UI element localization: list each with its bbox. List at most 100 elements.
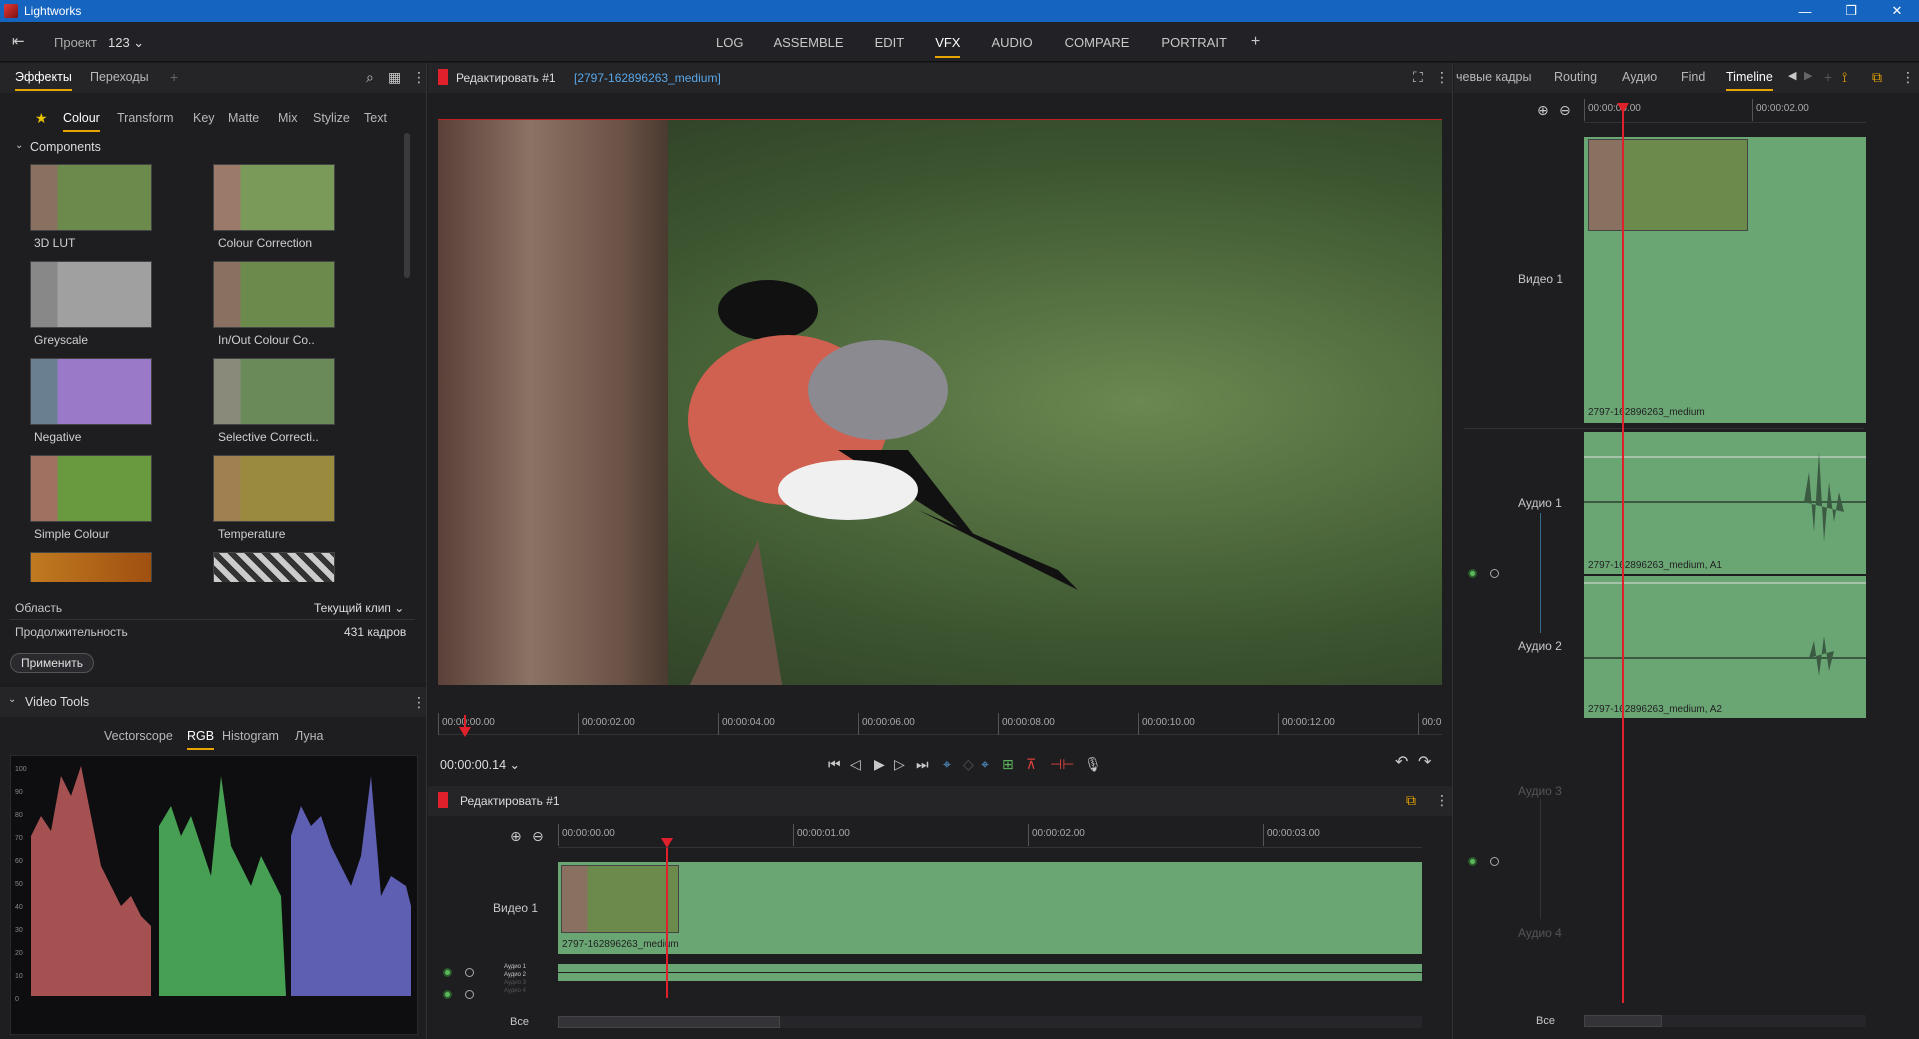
microphone-icon[interactable]: 🎙: [1084, 757, 1102, 771]
track-audio-1-label[interactable]: Аудио 1: [1518, 496, 1562, 510]
cat-matte[interactable]: Matte: [228, 111, 259, 125]
edit-timeline-ruler[interactable]: 00:00:00.00 00:00:01.00 00:00:02.00 00:00:0…: [558, 824, 1422, 848]
search-icon[interactable]: ⌕: [366, 70, 374, 84]
step-back-icon[interactable]: ◁: [850, 757, 861, 771]
track-solo-toggle[interactable]: [1490, 857, 1499, 866]
track-enable-toggle[interactable]: [1468, 857, 1477, 866]
minimize-button[interactable]: —: [1782, 0, 1828, 22]
tab-vfx[interactable]: VFX: [935, 35, 961, 58]
edit-playhead[interactable]: [666, 848, 668, 998]
mark-out-icon[interactable]: ⌖: [981, 757, 989, 771]
audio-clip-a1[interactable]: [558, 964, 1422, 972]
chevron-down-icon[interactable]: ⌄: [15, 141, 23, 151]
panel-divider[interactable]: [1452, 63, 1453, 1039]
track-enable-toggle[interactable]: [443, 968, 452, 977]
zoom-in-icon[interactable]: ⊕: [1537, 103, 1549, 117]
thumb-selective-correction[interactable]: [213, 358, 335, 425]
more-icon[interactable]: ⋮: [412, 70, 426, 84]
area-selector[interactable]: Текущий клип ⌄: [314, 601, 404, 615]
go-start-icon[interactable]: ⏮: [828, 757, 841, 771]
add-icon[interactable]: +: [1824, 70, 1832, 84]
project-selector[interactable]: 123 ⌄: [108, 35, 144, 51]
track-solo-toggle[interactable]: [465, 968, 474, 977]
track-video-1-label[interactable]: Видео 1: [1518, 272, 1563, 286]
audio-clip-a1[interactable]: 2797-162896263_medium, A1: [1584, 432, 1866, 574]
right-playhead[interactable]: [1622, 105, 1624, 1003]
track-enable-toggle[interactable]: [1468, 569, 1477, 578]
favorites-star-icon[interactable]: ★: [35, 111, 48, 125]
tab-routing[interactable]: Routing: [1554, 70, 1597, 84]
audio-clip-a2[interactable]: 2797-162896263_medium, A2: [1584, 576, 1866, 718]
thumb-3d-lut[interactable]: [30, 164, 152, 231]
tab-timeline[interactable]: Timeline: [1726, 70, 1773, 91]
tab-rgb[interactable]: RGB: [187, 729, 215, 750]
add-marker-icon[interactable]: ⊞: [1002, 757, 1014, 771]
more-icon[interactable]: ⋮: [1435, 70, 1449, 84]
cat-mix[interactable]: Mix: [278, 111, 297, 125]
tab-find[interactable]: Find: [1681, 70, 1705, 84]
tab-transitions[interactable]: Переходы: [90, 70, 149, 84]
track-audio-3-label[interactable]: Аудио 3: [504, 980, 526, 986]
tab-audio[interactable]: Аудио: [1622, 70, 1657, 84]
more-icon[interactable]: ⋮: [1901, 70, 1915, 84]
thumb-temperature[interactable]: [213, 455, 335, 522]
video-frame[interactable]: [438, 119, 1442, 685]
grid-view-icon[interactable]: ▦: [388, 70, 401, 84]
panel-divider[interactable]: [426, 63, 427, 1039]
edit-playhead-marker[interactable]: [661, 838, 673, 848]
zoom-out-icon[interactable]: ⊖: [1559, 103, 1571, 117]
viewer-ruler[interactable]: 00:00:00.00 00:00:02.00 00:00:04.00 00:00:0…: [438, 713, 1442, 735]
video-clip[interactable]: 2797-162896263_medium: [1584, 137, 1866, 423]
track-audio-2-label[interactable]: Аудио 2: [1518, 639, 1562, 653]
track-enable-toggle[interactable]: [443, 990, 452, 999]
restore-button[interactable]: ❐: [1828, 0, 1874, 22]
tab-vectorscope[interactable]: Vectorscope: [104, 729, 173, 743]
thumb-effect-partial[interactable]: [30, 552, 152, 582]
cat-key[interactable]: Key: [193, 111, 215, 125]
right-playhead-marker[interactable]: [1617, 103, 1629, 113]
track-audio-4-label[interactable]: Аудио 4: [1518, 926, 1562, 940]
play-icon[interactable]: ▶: [874, 757, 885, 771]
track-solo-toggle[interactable]: [1490, 569, 1499, 578]
scroll-right-icon[interactable]: ▶: [1804, 71, 1812, 82]
undo-icon[interactable]: ↶: [1395, 755, 1408, 771]
video-clip[interactable]: 2797-162896263_medium: [558, 862, 1422, 954]
tab-edit[interactable]: EDIT: [875, 35, 905, 50]
cat-text[interactable]: Text: [364, 111, 387, 125]
tab-effects[interactable]: Эффекты: [15, 70, 72, 91]
thumb-simple-colour[interactable]: [30, 455, 152, 522]
add-tab-button[interactable]: +: [1251, 33, 1260, 51]
step-forward-icon[interactable]: ▷: [894, 757, 905, 771]
add-icon[interactable]: +: [170, 70, 178, 84]
redo-icon[interactable]: ↷: [1418, 755, 1431, 771]
timeline-scroll-thumb[interactable]: [1584, 1015, 1662, 1027]
more-icon[interactable]: ⋮: [412, 695, 426, 709]
audio-clip-a2[interactable]: [558, 973, 1422, 981]
all-tracks-label[interactable]: Все: [510, 1016, 529, 1028]
mark-in-icon[interactable]: ⌖: [943, 757, 951, 771]
remove-icon[interactable]: ⊣⊢: [1050, 757, 1074, 771]
track-video-1-label[interactable]: Видео 1: [493, 901, 538, 915]
thumb-inout-colour[interactable]: [213, 261, 335, 328]
track-audio-1-label[interactable]: Аудио 1: [504, 964, 526, 970]
tab-portrait[interactable]: PORTRAIT: [1161, 35, 1227, 50]
effects-scrollbar[interactable]: [404, 133, 410, 278]
exit-icon[interactable]: ⇤: [12, 34, 25, 49]
tab-log[interactable]: LOG: [716, 35, 743, 50]
timecode-display[interactable]: 00:00:00.14 ⌄: [440, 757, 520, 772]
tab-histogram[interactable]: Histogram: [222, 729, 279, 743]
apply-button[interactable]: Применить: [10, 653, 95, 673]
more-icon[interactable]: ⋮: [1435, 793, 1449, 807]
waveform-icon[interactable]: ⟟: [1842, 70, 1847, 84]
tab-compare[interactable]: COMPARE: [1065, 35, 1130, 50]
lift-icon[interactable]: ⊼: [1026, 757, 1036, 771]
thumb-colour-correction[interactable]: [213, 164, 335, 231]
viewer-playhead-marker[interactable]: [459, 727, 471, 737]
thumb-greyscale[interactable]: [30, 261, 152, 328]
track-audio-3-label[interactable]: Аудио 3: [1518, 784, 1562, 798]
track-solo-toggle[interactable]: [465, 990, 474, 999]
section-components[interactable]: Components: [30, 140, 101, 154]
cat-transform[interactable]: Transform: [117, 111, 174, 125]
all-tracks-label[interactable]: Все: [1536, 1015, 1555, 1027]
copy-icon[interactable]: ⧉: [1406, 793, 1416, 807]
